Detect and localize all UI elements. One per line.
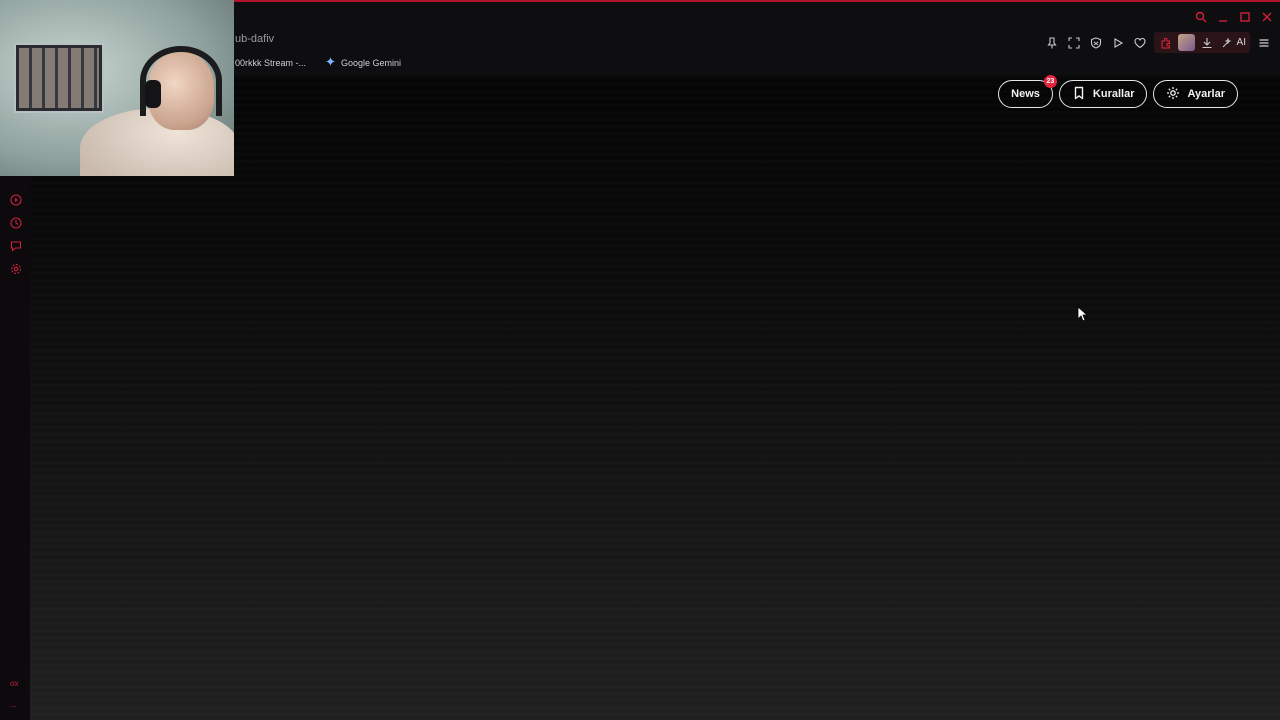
bookmark-label: Google Gemini — [341, 57, 402, 68]
search-icon[interactable] — [1194, 10, 1208, 24]
play-circle-icon[interactable] — [9, 193, 23, 207]
browser-toolbar: AI — [1044, 32, 1272, 53]
play-icon[interactable] — [1110, 35, 1126, 51]
ai-label[interactable]: AI — [1237, 37, 1246, 48]
bookmark-google-gemini[interactable]: Google Gemini — [326, 57, 401, 68]
close-icon[interactable] — [1260, 10, 1274, 24]
extensions-group: AI — [1153, 32, 1250, 53]
menu-icon[interactable] — [1256, 35, 1272, 51]
heart-icon[interactable] — [1132, 35, 1148, 51]
settings-label: Ayarlar — [1187, 88, 1225, 100]
bookmarks-bar: 00rkkk Stream -... Google Gemini — [235, 57, 401, 68]
window-controls — [1194, 10, 1274, 24]
bookmark-icon — [1072, 86, 1086, 103]
clock-icon[interactable] — [9, 216, 23, 230]
settings-button[interactable]: Ayarlar — [1153, 80, 1238, 108]
pin-icon[interactable] — [1044, 35, 1060, 51]
rail-more[interactable]: ... — [10, 700, 17, 709]
left-sidebar: ox ... — [0, 176, 30, 720]
header-actions: News 23 Kurallar Ayarlar — [998, 75, 1238, 108]
profile-avatar[interactable] — [1177, 34, 1195, 51]
settings-icon[interactable] — [9, 262, 23, 276]
rail-bottom-text[interactable]: ox — [10, 679, 18, 688]
ai-sparkle-icon[interactable] — [1219, 35, 1235, 51]
headphone-ear-cup — [145, 80, 161, 108]
bookmark-stream[interactable]: 00rkkk Stream -... — [235, 58, 306, 68]
news-label: News — [1011, 88, 1040, 100]
download-icon[interactable] — [1199, 35, 1215, 51]
gemini-icon — [326, 57, 336, 68]
chat-icon[interactable] — [9, 239, 23, 253]
bookmark-label: 00rkkk Stream -... — [235, 57, 307, 68]
rules-label: Kurallar — [1092, 88, 1135, 100]
extension-icon[interactable] — [1158, 35, 1174, 51]
maximize-icon[interactable] — [1238, 10, 1252, 24]
shield-icon[interactable] — [1088, 35, 1104, 51]
news-button[interactable]: News 23 — [998, 75, 1057, 108]
address-bar-text[interactable]: ub-dafiv — [235, 33, 274, 45]
wall-photo-frame — [14, 43, 104, 113]
minimize-icon[interactable] — [1216, 10, 1230, 24]
rules-button[interactable]: Kurallar — [1058, 80, 1148, 108]
mouse-cursor — [1077, 306, 1087, 322]
webcam-overlay — [0, 0, 234, 176]
gear-icon — [1166, 86, 1180, 103]
screenshot-icon[interactable] — [1066, 35, 1082, 51]
news-count-badge: 23 — [1043, 75, 1057, 88]
